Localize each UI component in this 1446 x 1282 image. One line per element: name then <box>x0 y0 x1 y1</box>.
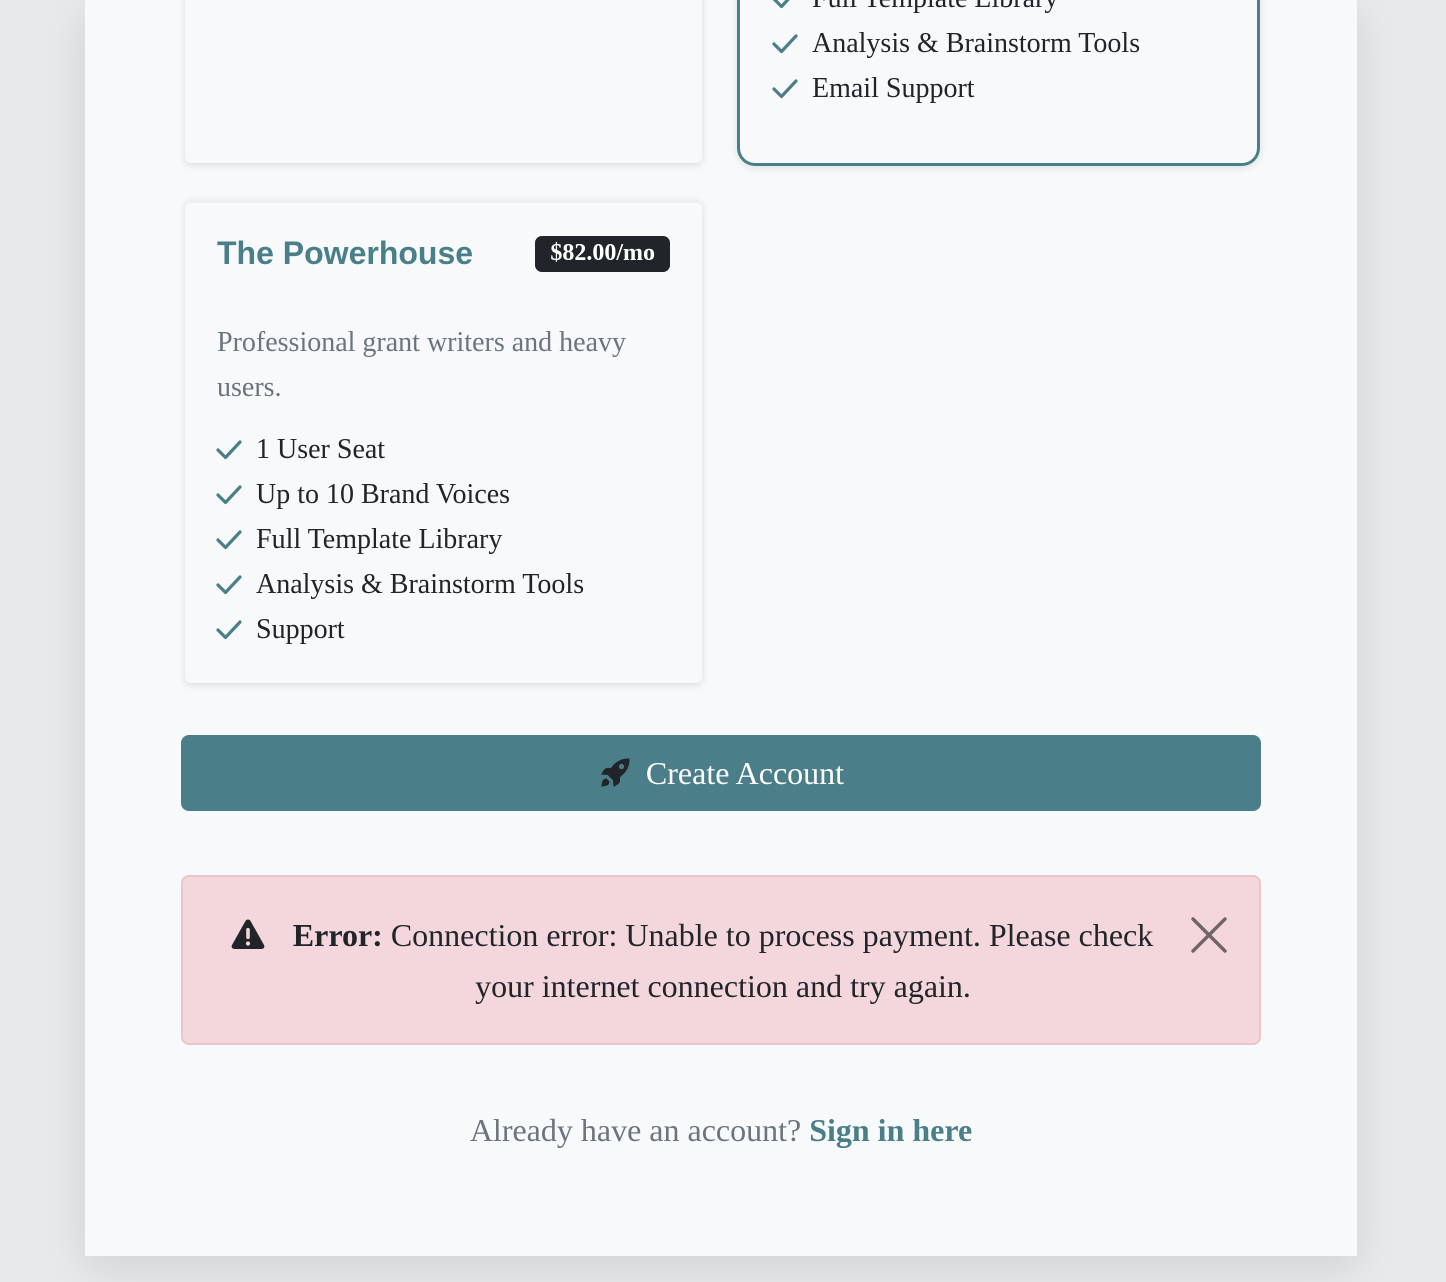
rocket-icon <box>600 758 630 787</box>
feature-label: Email Support <box>812 72 975 104</box>
check-icon <box>216 529 242 549</box>
create-account-label: Create Account <box>645 754 845 791</box>
error-label: Error: <box>292 917 383 953</box>
price-badge: $82.00/mo <box>535 236 670 272</box>
plan-title: The Powerhouse <box>217 235 474 271</box>
sign-in-link[interactable]: Sign in here <box>809 1112 972 1148</box>
feature-item: Up to 10 Brand Voices <box>216 472 584 517</box>
error-alert: Error: Connection error: Unable to proce… <box>181 875 1261 1045</box>
feature-label: Full Template Library <box>256 523 503 555</box>
signup-panel: Full Template Library Analysis & Brainst… <box>85 0 1357 1256</box>
feature-label: Analysis & Brainstorm Tools <box>256 568 585 600</box>
feature-label: Full Template Library <box>812 0 1058 15</box>
signin-prompt: Already have an account? Sign in here <box>85 1112 1357 1149</box>
feature-item: Support <box>216 607 584 652</box>
feature-item: Full Template Library <box>216 517 584 562</box>
feature-item: Analysis & Brainstorm Tools <box>216 562 584 607</box>
plan-card-powerhouse[interactable]: The Powerhouse $82.00/mo Professional gr… <box>185 200 702 683</box>
feature-list: Full Template Library Analysis & Brainst… <box>772 0 1140 111</box>
error-text: Connection error: Unable to process paym… <box>390 917 1154 1004</box>
check-icon <box>216 484 242 504</box>
check-icon <box>216 574 242 594</box>
error-message: Error: Connection error: Unable to proce… <box>283 910 1163 1012</box>
feature-item: Full Template Library <box>772 0 1140 21</box>
feature-item: Email Support <box>772 66 1140 111</box>
plan-card-selected[interactable]: Full Template Library Analysis & Brainst… <box>737 0 1260 166</box>
feature-label: Analysis & Brainstorm Tools <box>812 27 1141 59</box>
check-icon <box>772 33 798 53</box>
feature-label: Up to 10 Brand Voices <box>256 478 511 510</box>
check-icon <box>773 0 790 8</box>
check-icon <box>216 619 242 639</box>
signin-prompt-text: Already have an account? <box>469 1112 802 1148</box>
feature-label: 1 User Seat <box>256 433 386 465</box>
create-account-button[interactable]: Create Account <box>181 735 1261 811</box>
close-icon <box>1191 917 1227 953</box>
check-icon <box>216 439 242 459</box>
plan-description: Professional grant writers and heavy use… <box>217 327 626 403</box>
plan-card-left[interactable] <box>185 0 702 163</box>
close-alert-button[interactable] <box>1189 915 1229 955</box>
feature-label: Support <box>256 613 345 645</box>
check-icon <box>772 78 798 98</box>
feature-item: 1 User Seat <box>216 427 584 472</box>
feature-item: Analysis & Brainstorm Tools <box>772 21 1140 66</box>
feature-list: 1 User Seat Up to 10 Brand Voices Full T… <box>216 427 584 652</box>
warning-triangle-icon <box>231 919 265 949</box>
